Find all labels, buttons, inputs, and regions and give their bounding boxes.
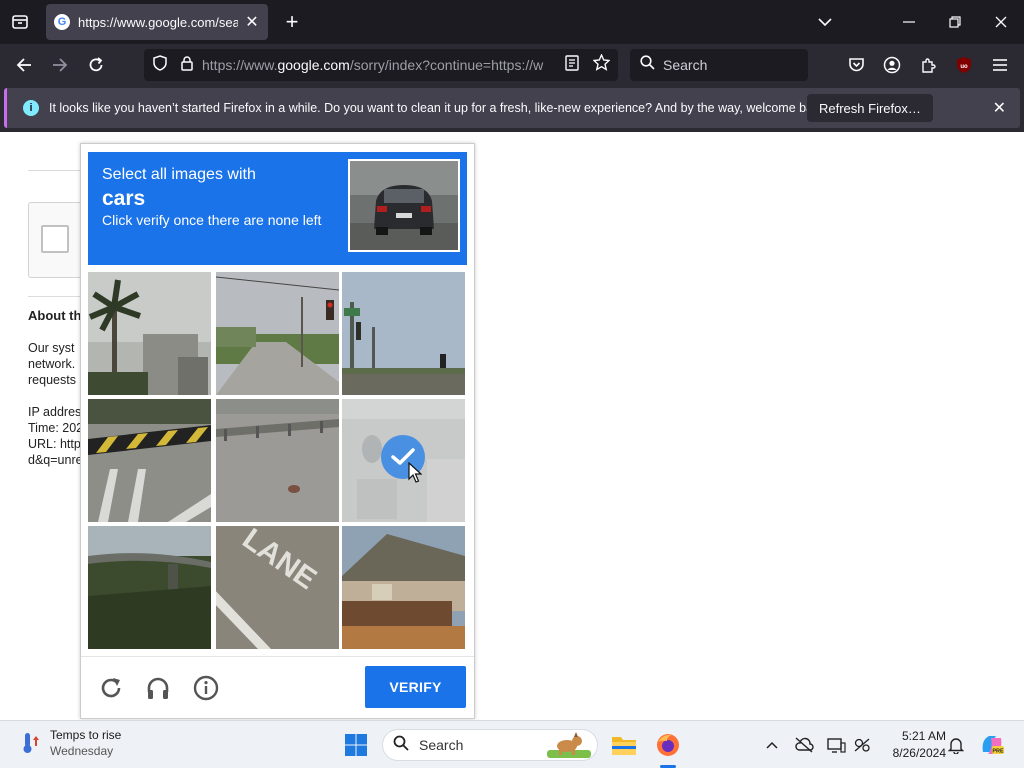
menu-hamburger-icon[interactable] <box>986 51 1014 79</box>
challenge-target: cars <box>102 187 146 210</box>
tab-close-icon[interactable]: ✕ <box>244 12 260 32</box>
query-line: d&q=unre <box>28 453 83 467</box>
weather-title: Temps to rise <box>50 728 122 742</box>
page-line: requests <box>28 373 76 387</box>
image-tile[interactable]: LANE <box>216 526 339 649</box>
start-windows-icon[interactable] <box>340 729 372 761</box>
mouse-cursor-icon <box>408 461 423 484</box>
thermometer-icon <box>16 731 40 755</box>
image-tile[interactable] <box>216 272 339 395</box>
image-tile-selected[interactable] <box>342 399 465 522</box>
system-clock[interactable]: 5:21 AM 8/26/2024 <box>880 728 946 762</box>
tab-google[interactable]: G https://www.google.com/search? ✕ <box>46 4 268 40</box>
reload-icon[interactable] <box>82 51 110 79</box>
tab-list-chevron-icon[interactable] <box>810 8 840 36</box>
navigation-toolbar: https://www.google.com/sorry/index?conti… <box>0 44 1024 86</box>
onedrive-offline-icon[interactable] <box>794 735 814 755</box>
firefox-view-icon[interactable] <box>6 8 34 36</box>
url-line: URL: http <box>28 437 81 451</box>
restore-icon[interactable] <box>940 8 970 36</box>
tab-title: https://www.google.com/search? <box>78 14 238 30</box>
help-info-icon[interactable] <box>191 673 221 703</box>
copilot-icon[interactable]: PRE <box>976 729 1008 761</box>
image-tile[interactable] <box>88 399 211 522</box>
sample-car-image <box>348 159 460 252</box>
page-line: Our syst <box>28 341 75 355</box>
image-tile[interactable] <box>88 526 211 649</box>
file-explorer-icon[interactable] <box>608 729 640 761</box>
time-line: Time: 202 <box>28 421 84 435</box>
reload-challenge-icon[interactable] <box>96 673 126 703</box>
info-icon: i <box>23 100 39 116</box>
notifications-bell-icon[interactable] <box>946 735 966 755</box>
forward-arrow-icon[interactable] <box>46 51 74 79</box>
minimize-icon[interactable] <box>894 8 924 36</box>
page-line: network. <box>28 357 76 371</box>
ip-address-line: IP addres <box>28 405 82 419</box>
audio-challenge-headphones-icon[interactable] <box>143 673 173 703</box>
volume-battery-icon[interactable] <box>852 735 872 755</box>
challenge-instruction: Select all images with <box>102 166 256 183</box>
lock-icon[interactable] <box>180 55 194 76</box>
tab-bar: G https://www.google.com/search? ✕ + <box>0 0 1024 44</box>
about-heading: About th <box>28 308 82 323</box>
account-icon[interactable] <box>878 51 906 79</box>
url-text[interactable]: https://www.google.com/sorry/index?conti… <box>202 57 559 73</box>
taskbar-search-icon <box>393 735 409 756</box>
image-tile[interactable] <box>88 272 211 395</box>
window-close-icon[interactable] <box>986 8 1016 36</box>
verify-button[interactable]: VERIFY <box>365 666 466 708</box>
svg-text:PRE: PRE <box>992 749 1004 755</box>
challenge-footer: VERIFY <box>81 656 474 718</box>
search-input[interactable] <box>663 57 793 73</box>
search-icon <box>640 55 655 75</box>
challenge-subtitle: Click verify once there are none left <box>102 212 322 228</box>
recaptcha-checkbox[interactable] <box>41 225 69 253</box>
bookmark-star-icon[interactable] <box>592 53 611 76</box>
notification-message: It looks like you haven’t started Firefo… <box>49 101 830 115</box>
taskbar-search-box[interactable]: Search <box>382 729 598 761</box>
refresh-firefox-button[interactable]: Refresh Firefox… <box>807 94 933 122</box>
search-bar[interactable] <box>630 49 808 81</box>
back-arrow-icon[interactable] <box>10 51 38 79</box>
image-tile[interactable] <box>342 272 465 395</box>
url-path: /sorry/index?continue=https://w <box>349 57 544 73</box>
notification-close-icon[interactable]: ✕ <box>993 98 1006 118</box>
network-display-icon[interactable] <box>826 735 846 755</box>
image-tile[interactable] <box>216 399 339 522</box>
address-bar[interactable]: https://www.google.com/sorry/index?conti… <box>144 49 618 81</box>
show-hidden-icons-chevron-icon[interactable] <box>762 735 782 755</box>
url-prefix: https://www. <box>202 57 278 73</box>
refresh-firefox-notification: i It looks like you haven’t started Fire… <box>4 88 1020 128</box>
tracking-protection-shield-icon[interactable] <box>152 54 168 76</box>
image-tile[interactable] <box>342 526 465 649</box>
screen: G https://www.google.com/search? ✕ + <box>0 0 1024 768</box>
clock-time: 5:21 AM <box>901 729 946 743</box>
weather-subtitle: Wednesday <box>50 744 114 758</box>
svg-text:uo: uo <box>960 64 968 70</box>
clock-date: 8/26/2024 <box>892 746 946 760</box>
reader-view-icon[interactable] <box>565 54 579 76</box>
extensions-icon[interactable] <box>914 51 942 79</box>
weather-widget[interactable]: Temps to rise Wednesday <box>16 727 121 759</box>
recaptcha-challenge: Select all images with cars Click verify… <box>80 143 475 719</box>
new-tab-icon[interactable]: + <box>278 8 306 36</box>
google-favicon-icon: G <box>54 14 70 30</box>
challenge-header: Select all images with cars Click verify… <box>88 152 467 265</box>
url-host: google.com <box>277 57 350 73</box>
taskbar: Temps to rise Wednesday Search 5:21 AM 8… <box>0 720 1024 768</box>
pocket-icon[interactable] <box>842 51 870 79</box>
firefox-taskbar-icon[interactable] <box>652 729 684 761</box>
taskbar-search-label: Search <box>419 737 464 753</box>
ublock-origin-icon[interactable]: uo <box>950 51 978 79</box>
search-highlight-dog-icon <box>547 732 591 763</box>
